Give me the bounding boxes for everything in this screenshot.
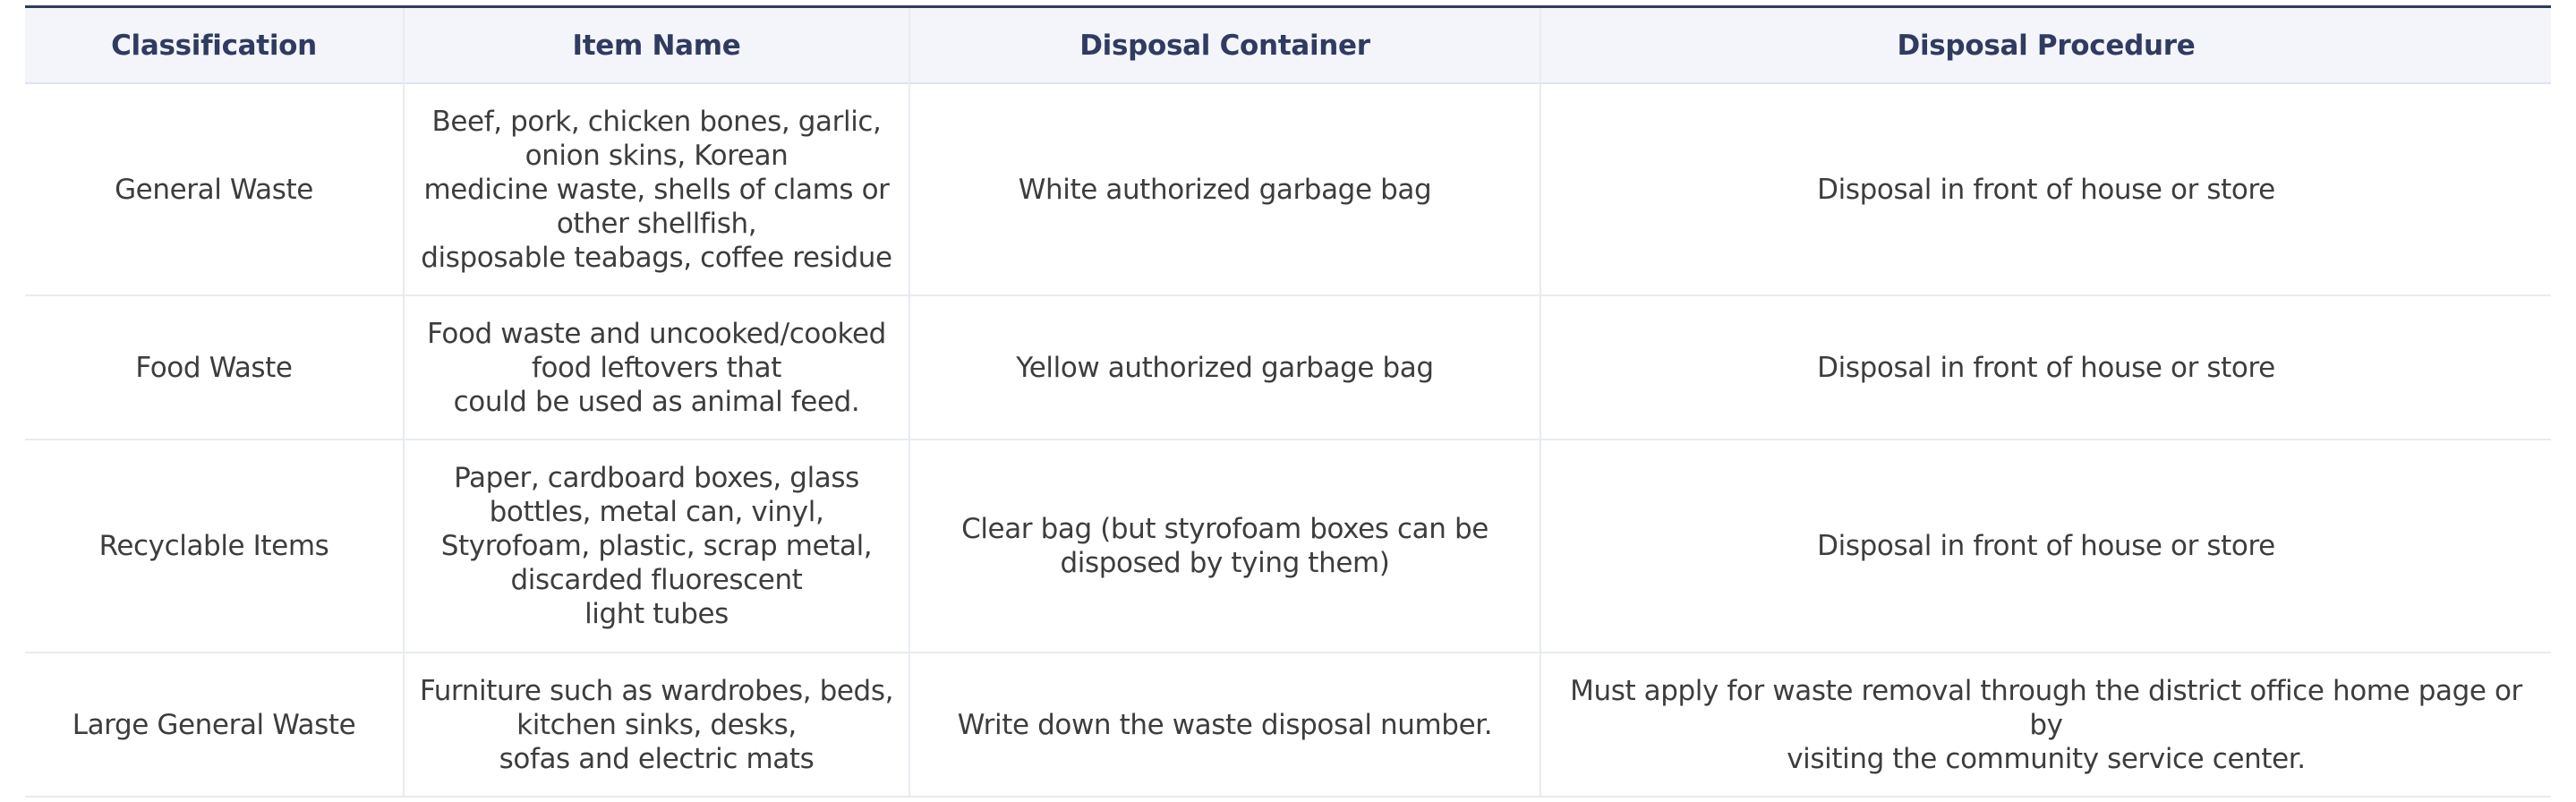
cell-classification: General Waste — [115, 173, 313, 206]
cell-disposal-procedure: Disposal in front of house or store — [1540, 295, 2551, 439]
cell-disposal-container: Write down the waste disposal number. — [908, 653, 1540, 797]
item-name-line: medicine waste, shells of clams or — [423, 173, 890, 206]
cell-disposal-container: Yellow authorized garbage bag — [908, 295, 1540, 439]
container-line: disposed by tying them) — [1060, 547, 1390, 579]
procedure-line: Disposal in front of house or store — [1817, 530, 2275, 562]
item-name-line: Food waste and uncooked/cooked — [427, 317, 886, 350]
cell-disposal-container: Clear bag (but styrofoam boxes can be di… — [908, 439, 1540, 653]
table-row: General Waste Beef, pork, chicken bones,… — [25, 83, 2551, 295]
procedure-line: visiting the community service center. — [1787, 742, 2306, 775]
item-name-line: discarded fluorescent — [510, 564, 803, 596]
header-disposal-container: Disposal Container — [908, 6, 1540, 83]
container-line: White authorized garbage bag — [1018, 173, 1432, 206]
item-name-line: Styrofoam, plastic, scrap metal, — [440, 530, 873, 562]
cell-classification: Large General Waste — [72, 708, 356, 741]
procedure-line: Must apply for waste removal through the… — [1570, 674, 2522, 741]
item-name-line: disposable teabags, coffee residue — [421, 241, 892, 274]
procedure-line: Disposal in front of house or store — [1817, 351, 2275, 384]
header-classification: Classification — [111, 29, 317, 62]
cell-item-name: Food waste and uncooked/cooked food left… — [403, 295, 909, 439]
cell-disposal-procedure: Must apply for waste removal through the… — [1540, 653, 2551, 797]
waste-disposal-table: Classification Item Name Disposal Contai… — [25, 5, 2551, 798]
cell-disposal-procedure: Disposal in front of house or store — [1540, 439, 2551, 653]
table-row: Food Waste Food waste and uncooked/cooke… — [25, 295, 2551, 439]
item-name-line: bottles, metal can, vinyl, — [489, 496, 824, 528]
item-name-line: Beef, pork, chicken bones, garlic, — [431, 105, 882, 138]
item-name-line: Furniture such as wardrobes, beds, — [419, 674, 894, 707]
cell-item-name: Paper, cardboard boxes, glass bottles, m… — [403, 439, 909, 653]
cell-item-name: Beef, pork, chicken bones, garlic, onion… — [403, 83, 909, 295]
cell-classification: Recyclable Items — [98, 530, 329, 562]
container-line: Yellow authorized garbage bag — [1016, 351, 1434, 384]
container-line: Clear bag (but styrofoam boxes can be — [961, 513, 1488, 545]
waste-disposal-table-wrapper: Classification Item Name Disposal Contai… — [25, 5, 2551, 798]
header-item-name: Item Name — [403, 6, 909, 83]
procedure-line: Disposal in front of house or store — [1817, 173, 2275, 206]
cell-classification: Food Waste — [135, 351, 293, 384]
item-name-line: Paper, cardboard boxes, glass — [454, 462, 859, 494]
item-name-line: sofas and electric mats — [499, 742, 815, 775]
table-row: Recyclable Items Paper, cardboard boxes,… — [25, 439, 2551, 653]
cell-disposal-container: White authorized garbage bag — [908, 83, 1540, 295]
header-disposal-procedure: Disposal Procedure — [1540, 6, 2551, 83]
cell-item-name: Furniture such as wardrobes, beds, kitch… — [403, 653, 909, 797]
item-name-line: light tubes — [584, 598, 729, 630]
item-name-line: other shellfish, — [556, 207, 757, 240]
container-line: Write down the waste disposal number. — [957, 708, 1493, 741]
item-name-line: kitchen sinks, desks, — [516, 708, 797, 741]
table-header-row: Classification Item Name Disposal Contai… — [25, 6, 2551, 83]
item-name-line: onion skins, Korean — [525, 139, 789, 172]
item-name-line: could be used as animal feed. — [453, 385, 860, 418]
item-name-line: food leftovers that — [531, 351, 782, 384]
table-row: Large General Waste Furniture such as wa… — [25, 653, 2551, 797]
cell-disposal-procedure: Disposal in front of house or store — [1540, 83, 2551, 295]
